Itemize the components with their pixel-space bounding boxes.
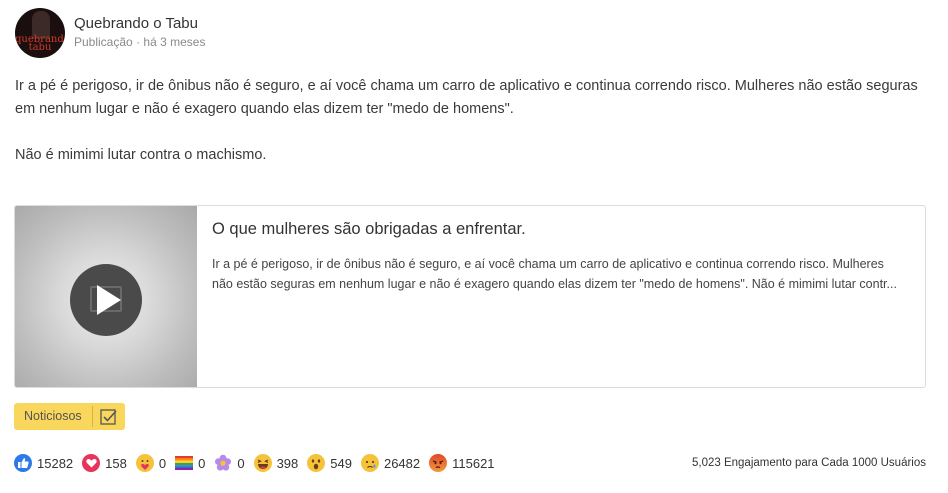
reaction-sad[interactable]: 26482 [360, 454, 421, 472]
post-paragraph-2: Não é mimimi lutar contra o machismo. [15, 147, 267, 163]
reactions-bar: 15282 158 0 0 0 398 549 26482 115621 [14, 454, 504, 472]
reaction-like[interactable]: 15282 [14, 454, 73, 472]
post-header: quebrando tabu Quebrando o Tabu Publicaç… [15, 8, 205, 58]
reaction-count: 549 [330, 455, 352, 471]
reaction-care[interactable]: 0 [135, 454, 167, 472]
reaction-count: 0 [158, 455, 167, 471]
sad-icon [360, 454, 379, 472]
reaction-count: 15282 [37, 455, 74, 471]
link-card-body: O que mulheres são obrigadas a enfrentar… [212, 218, 907, 294]
page-name[interactable]: Quebrando o Tabu [74, 15, 205, 33]
reaction-count: 26482 [383, 455, 421, 471]
reaction-thankful[interactable]: 0 [214, 454, 245, 472]
reaction-haha[interactable]: 398 [253, 454, 299, 472]
post-time[interactable]: há 3 meses [143, 35, 205, 49]
link-card-description: Ir a pé é perigoso, ir de ônibus não é s… [212, 257, 897, 291]
category-tag[interactable]: Noticiosos [14, 403, 125, 430]
reaction-love[interactable]: 158 [82, 454, 127, 472]
post-meta: Quebrando o Tabu Publicação · há 3 meses [74, 15, 205, 49]
category-tag-label: Noticiosos [24, 409, 82, 423]
engagement-metric: 5,023 Engajamento para Cada 1000 Usuário… [692, 457, 926, 469]
post-paragraph-1: Ir a pé é perigoso, ir de ônibus não é s… [15, 78, 918, 117]
rainbow-flag-icon [175, 454, 194, 472]
reaction-count: 398 [276, 455, 299, 471]
angry-icon [429, 454, 448, 472]
post-subline: Publicação · há 3 meses [74, 35, 205, 49]
reaction-wow[interactable]: 549 [307, 454, 352, 472]
check-icon[interactable] [93, 403, 125, 430]
reaction-pride[interactable]: 0 [175, 454, 205, 472]
care-icon [135, 454, 154, 472]
haha-icon [253, 454, 272, 472]
video-thumbnail[interactable] [15, 206, 197, 387]
flower-icon [214, 454, 232, 472]
meta-separator: · [136, 35, 141, 49]
page-avatar[interactable]: quebrando tabu [15, 8, 65, 58]
reaction-count: 0 [198, 455, 206, 471]
reaction-count: 158 [105, 455, 127, 471]
post-text: Ir a pé é perigoso, ir de ônibus não é s… [15, 75, 930, 167]
wow-icon [307, 454, 326, 472]
post-type: Publicação [74, 35, 133, 49]
like-icon [14, 454, 32, 472]
reaction-count: 0 [237, 455, 245, 471]
play-icon [97, 285, 121, 315]
heart-icon [82, 454, 101, 472]
reaction-angry[interactable]: 115621 [429, 454, 495, 472]
link-preview-card[interactable]: O que mulheres são obrigadas a enfrentar… [14, 205, 926, 388]
link-card-title[interactable]: O que mulheres são obrigadas a enfrentar… [212, 218, 907, 240]
avatar-logo-text: quebrando tabu [15, 34, 65, 53]
reaction-count: 115621 [452, 455, 495, 471]
play-button[interactable] [70, 264, 142, 336]
